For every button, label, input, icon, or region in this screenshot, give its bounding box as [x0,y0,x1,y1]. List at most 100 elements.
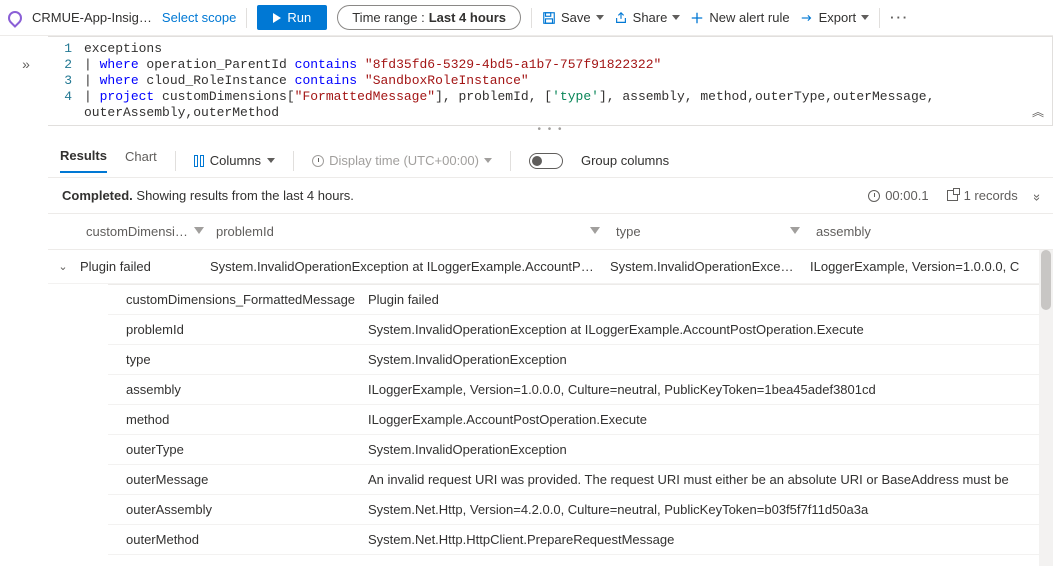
detail-row: outerMethodSystem.Net.Http.HttpClient.Pr… [108,525,1053,555]
new-alert-button[interactable]: New alert rule [690,10,789,25]
group-columns-label: Group columns [581,153,669,168]
columns-label: Columns [210,153,261,168]
records-icon [947,190,958,201]
divider [879,8,880,28]
filter-icon[interactable] [790,227,800,237]
expand-sidebar-icon[interactable]: » [22,56,26,566]
code-line[interactable]: outerAssembly,outerMethod [84,105,309,121]
new-alert-label: New alert rule [709,10,789,25]
chevron-down-icon [861,15,869,20]
divider [293,151,294,171]
share-icon [614,11,628,25]
line-number: 1 [48,41,84,57]
export-label: Export [819,10,857,25]
detail-value: System.InvalidOperationException [358,436,1053,463]
chevron-down-icon [596,15,604,20]
filter-icon[interactable] [194,227,204,237]
share-button[interactable]: Share [614,10,681,25]
detail-value: System.Net.Http, Version=4.2.0.0, Cultur… [358,496,1053,523]
main: 1exceptions2| where operation_ParentId c… [48,36,1053,566]
detail-row: typeSystem.InvalidOperationException [108,345,1053,375]
divider [175,151,176,171]
detail-row: methodILoggerExample.AccountPostOperatio… [108,405,1053,435]
detail-value: ILoggerExample, Version=1.0.0.0, Culture… [358,376,1053,403]
col-header-type[interactable]: type [608,224,808,239]
save-icon [542,11,556,25]
divider [510,151,511,171]
resize-handle[interactable]: • • • [48,126,1053,138]
row-expand-icon[interactable]: ⌄ [54,260,72,273]
cell-assembly: ILoggerExample, Version=1.0.0.0, C [802,259,1053,274]
detail-value: ILoggerExample.AccountPostOperation.Exec… [358,406,1053,433]
run-label: Run [287,10,311,25]
chevron-down-icon [267,158,275,163]
col-label: customDimensi… [86,224,188,239]
detail-key: method [108,406,358,433]
cell-customdimensions: Plugin failed [72,259,202,274]
row-details: customDimensions_FormattedMessagePlugin … [108,284,1053,555]
detail-value: Plugin failed [358,286,1053,313]
detail-row: outerAssemblySystem.Net.Http, Version=4.… [108,495,1053,525]
detail-value: System.InvalidOperationException at ILog… [358,316,1053,343]
results-tabs: Results Chart Columns Display time (UTC+… [48,138,1053,178]
detail-key: outerMethod [108,526,358,553]
col-header-problemid[interactable]: problemId [208,224,608,239]
code-line[interactable]: | where cloud_RoleInstance contains "San… [84,73,559,89]
share-label: Share [633,10,668,25]
records-value: 1 records [964,188,1018,203]
detail-row: outerTypeSystem.InvalidOperationExceptio… [108,435,1053,465]
line-number [48,105,84,121]
time-range-value: Last 4 hours [429,10,506,25]
status-showing: Showing results from the last 4 hours. [133,188,354,203]
tab-chart[interactable]: Chart [125,149,157,172]
query-editor[interactable]: 1exceptions2| where operation_ParentId c… [48,36,1053,126]
col-header-assembly[interactable]: assembly [808,224,1053,239]
clock-icon [312,155,324,167]
elapsed-time: 00:00.1 [868,188,928,203]
toolbar: CRMUE-App-Insig… Select scope Run Time r… [0,0,1053,36]
select-scope-link[interactable]: Select scope [162,10,236,25]
detail-value: System.Net.Http.HttpClient.PrepareReques… [358,526,1053,553]
results-grid: customDimensi… problemId type assembly ⌄… [48,214,1053,566]
col-label: problemId [216,224,274,239]
line-number: 2 [48,57,84,73]
run-button[interactable]: Run [257,5,327,30]
detail-key: customDimensions_FormattedMessage [108,286,358,313]
group-columns-toggle[interactable] [529,153,563,169]
tab-results[interactable]: Results [60,148,107,173]
detail-value: An invalid request URI was provided. The… [358,466,1053,493]
cell-type: System.InvalidOperationExce… [602,259,802,274]
columns-button[interactable]: Columns [194,153,275,168]
save-label: Save [561,10,591,25]
time-range-label: Time range : [352,10,425,25]
scope-name[interactable]: CRMUE-App-Insig… [32,10,152,25]
scope-marker-icon [5,8,25,28]
collapse-editor-icon[interactable]: ︽ [1032,105,1044,121]
play-icon [273,13,281,23]
detail-key: outerMessage [108,466,358,493]
detail-key: outerType [108,436,358,463]
columns-icon [194,155,204,167]
code-line[interactable]: exceptions [84,41,192,57]
save-button[interactable]: Save [542,10,604,25]
record-count: 1 records [947,188,1018,203]
table-row[interactable]: ⌄ Plugin failed System.InvalidOperationE… [48,250,1053,284]
filter-icon[interactable] [590,227,600,237]
display-time-button[interactable]: Display time (UTC+00:00) [312,153,492,168]
divider [531,8,532,28]
vertical-scrollbar[interactable] [1039,250,1053,566]
code-line[interactable]: | project customDimensions["FormattedMes… [84,89,964,105]
code-line[interactable]: | where operation_ParentId contains "8fd… [84,57,691,73]
export-button[interactable]: Export [800,10,870,25]
status-text: Completed. Showing results from the last… [62,188,354,203]
col-label: assembly [816,224,871,239]
more-menu[interactable]: ··· [890,10,909,25]
left-rail: » [0,36,48,566]
grid-header: customDimensi… problemId type assembly [48,214,1053,250]
cell-problemid: System.InvalidOperationException at ILog… [202,259,602,274]
detail-row: customDimensions_FormattedMessagePlugin … [108,285,1053,315]
collapse-results-icon[interactable]: » [1030,194,1045,197]
export-icon [800,11,814,25]
time-range-pill[interactable]: Time range : Last 4 hours [337,5,521,30]
col-header-customdimensions[interactable]: customDimensi… [78,224,208,239]
